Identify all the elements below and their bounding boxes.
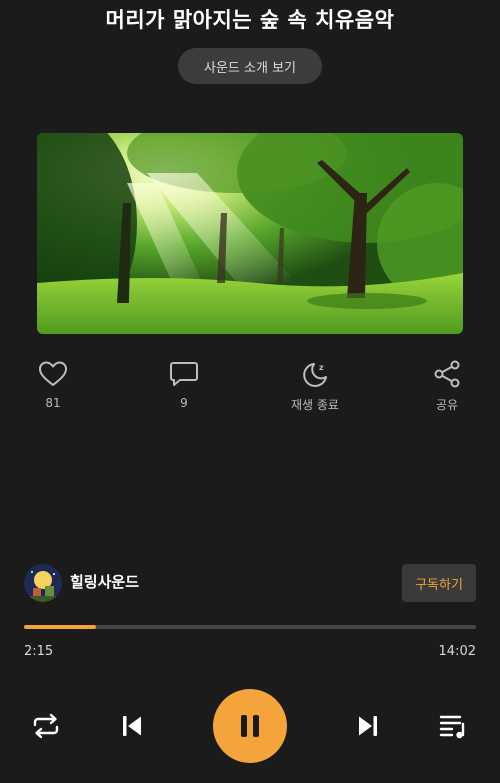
comment-count: 9 (180, 396, 188, 410)
share-icon (434, 360, 460, 388)
share-button[interactable]: 공유 (407, 360, 487, 413)
like-button[interactable]: 81 (13, 360, 93, 410)
channel-name[interactable]: 힐링사운드 (70, 571, 139, 592)
comment-icon (170, 362, 198, 386)
repeat-icon (33, 713, 59, 739)
repeat-button[interactable] (30, 710, 62, 742)
pause-button[interactable] (213, 689, 287, 763)
playlist-icon (439, 715, 465, 739)
channel-avatar[interactable] (24, 564, 62, 602)
playlist-button[interactable] (437, 710, 469, 742)
heart-icon (39, 361, 67, 386)
share-label: 공유 (435, 398, 459, 412)
progress-bar[interactable] (24, 625, 476, 629)
like-count: 81 (45, 396, 61, 410)
next-icon (359, 716, 377, 736)
sleep-timer-label: 재생 종료 (291, 398, 339, 412)
previous-icon (123, 716, 141, 736)
sleep-timer-button[interactable]: z 재생 종료 (275, 360, 355, 413)
cover-image (37, 133, 463, 334)
previous-button[interactable] (116, 710, 148, 742)
sound-intro-button[interactable]: 사운드 소개 보기 (178, 48, 322, 84)
next-button[interactable] (352, 710, 384, 742)
moon-sleep-icon: z (303, 363, 327, 387)
pause-icon (241, 715, 259, 737)
page-title: 머리가 맑아지는 숲 속 치유음악 (105, 8, 395, 32)
current-time: 2:15 (24, 644, 54, 659)
progress-fill (24, 625, 97, 629)
total-duration: 14:02 (438, 644, 476, 659)
svg-text:z: z (319, 363, 324, 372)
comment-button[interactable]: 9 (144, 360, 224, 410)
subscribe-button[interactable]: 구독하기 (402, 564, 476, 602)
